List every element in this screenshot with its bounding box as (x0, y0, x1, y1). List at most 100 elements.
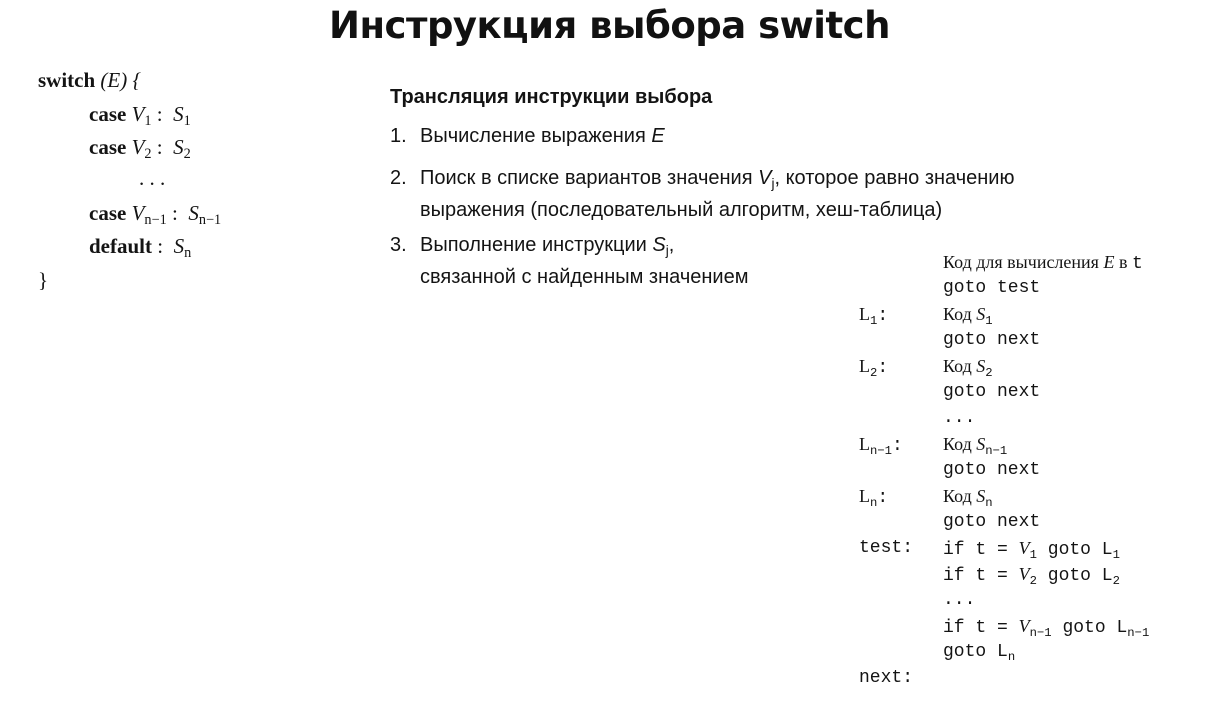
code-colon: : (877, 306, 889, 326)
code-text: goto next (943, 382, 1041, 402)
code-text: ... (943, 408, 976, 428)
case-colon: : (156, 102, 163, 126)
code-colon: : (892, 436, 903, 456)
code-label: next: (859, 668, 914, 688)
code-label: L (859, 486, 870, 506)
code-label-sub: n−1 (870, 444, 893, 458)
code-var: V (1018, 564, 1030, 584)
code-text: в (1114, 252, 1132, 272)
code-text: Код (943, 304, 977, 324)
step-1: 1. Вычисление выражения E (390, 120, 665, 152)
code-text: goto test (943, 278, 1041, 298)
code-var: S (976, 356, 986, 376)
step-var: V (758, 167, 772, 189)
code-text: goto next (943, 460, 1041, 480)
case-value-v2: V (131, 135, 145, 159)
case-keyword: case (89, 102, 127, 126)
code-text: Код (943, 486, 977, 506)
default-line: default : Sn (89, 230, 191, 263)
code-text: goto L (1051, 618, 1128, 638)
code-colon: : (877, 358, 889, 378)
code-text: goto next (943, 330, 1041, 350)
step-text-tail: , которое равно значению (774, 167, 1015, 189)
code-label: L (859, 356, 870, 376)
code-var-sub: 1 (985, 314, 993, 328)
step-text: Поиск в списке вариантов значения (420, 167, 759, 189)
case-stmt-sn1-sub: n−1 (198, 212, 222, 228)
case-line-n-1: case Vn−1 : Sn−1 (89, 197, 221, 230)
case-line-2: case V2 : S2 (89, 131, 191, 164)
code-label: test: (859, 538, 914, 558)
code-text: Код для вычисления (943, 252, 1104, 272)
step-number: 3. (390, 234, 407, 256)
case-value-v1-sub: 1 (144, 113, 152, 129)
case-value-v1: V (131, 102, 145, 126)
switch-keyword: switch (38, 68, 96, 92)
step-3: 3. Выполнение инструкции Sj, связанной с … (390, 229, 748, 293)
code-var-sub: 2 (985, 366, 993, 380)
step-text-line2: связанной с найденным значением (420, 266, 749, 288)
code-var: V (1018, 616, 1030, 636)
case-stmt-s1-sub: 1 (183, 113, 191, 129)
code-text: ... (943, 590, 976, 610)
case-value-v2-sub: 2 (144, 146, 152, 162)
code-text: goto L (1036, 566, 1113, 586)
default-colon: : (157, 234, 164, 258)
code-text: Код (943, 434, 977, 454)
default-stmt-sn-sub: n (184, 245, 192, 261)
switch-line: switch (E) { (38, 64, 141, 97)
code-var: S (976, 304, 986, 324)
code-text: Код (943, 356, 977, 376)
case-stmt-s1: S (173, 102, 184, 126)
step-number: 2. (390, 167, 407, 189)
code-var: V (1018, 538, 1030, 558)
code-text: goto L (943, 642, 1008, 662)
step-text-line2: выражения (последовательный алгоритм, хе… (420, 199, 943, 221)
code-colon: : (877, 488, 889, 508)
case-stmt-s2-sub: 2 (183, 146, 191, 162)
case-colon: : (156, 135, 163, 159)
code-label: L (859, 304, 870, 324)
code-label-sub: n (1007, 650, 1016, 664)
code-label: L (859, 434, 870, 454)
case-line-1: case V1 : S1 (89, 98, 191, 131)
code-var: E (1103, 252, 1115, 272)
case-value-vn1: V (131, 201, 145, 225)
code-var-sub: n−1 (1029, 626, 1052, 640)
step-var: E (651, 125, 665, 147)
code-text: t (1131, 254, 1143, 274)
case-stmt-sn1: S (188, 201, 199, 225)
case-colon: : (171, 201, 178, 225)
step-var: S (652, 234, 666, 256)
case-keyword: case (89, 135, 127, 159)
switch-expression: (E) { (100, 68, 141, 92)
case-ellipsis: . . . (139, 166, 166, 190)
code-var-sub: 1 (1029, 548, 1037, 562)
case-stmt-s2: S (173, 135, 184, 159)
code-var-sub: n (985, 496, 993, 510)
case-value-vn1-sub: n−1 (144, 212, 167, 228)
code-label-sub: n−1 (1127, 626, 1150, 640)
code-text: goto next (943, 512, 1041, 532)
page-title: Инструкция выбора switch (329, 4, 890, 47)
code-label-sub: 2 (1112, 574, 1120, 588)
code-text: if t = (943, 618, 1019, 638)
close-brace: } (38, 268, 49, 292)
code-var: S (976, 486, 986, 506)
code-text: if t = (943, 566, 1019, 586)
code-label-sub: 1 (1112, 548, 1120, 562)
code-var: S (976, 434, 986, 454)
step-text: Выполнение инструкции (420, 234, 653, 256)
code-text: goto L (1036, 540, 1113, 560)
step-2: 2. Поиск в списке вариантов значения Vj, … (390, 162, 1014, 226)
step-number: 1. (390, 125, 407, 147)
code-var-sub: 2 (1029, 574, 1037, 588)
step-text: Вычисление выражения (420, 125, 652, 147)
code-var-sub: n−1 (985, 444, 1008, 458)
default-keyword: default (89, 234, 152, 258)
default-stmt-sn: S (173, 234, 185, 258)
code-text: if t = (943, 540, 1019, 560)
step-text-tail: , (668, 234, 675, 256)
case-keyword: case (89, 201, 127, 225)
translation-heading: Трансляция инструкции выбора (390, 86, 713, 108)
